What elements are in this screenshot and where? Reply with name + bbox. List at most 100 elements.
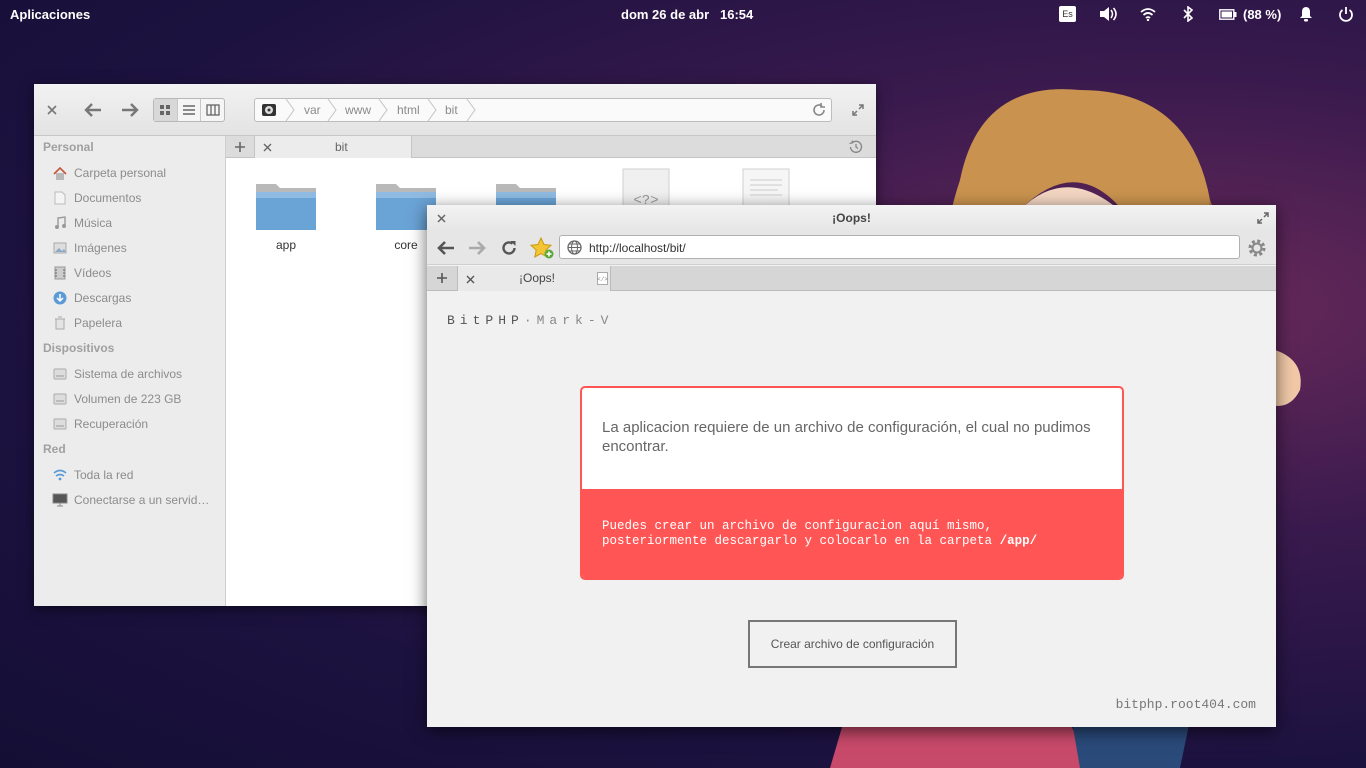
sidebar-item-label: Volumen de 223 GB xyxy=(74,392,182,406)
root-drive-icon[interactable] xyxy=(260,101,278,119)
drive-icon xyxy=(52,416,68,432)
url-bar[interactable]: http://localhost/bit/ xyxy=(559,235,1240,259)
sidebar-item-label: Recuperación xyxy=(74,417,149,431)
new-tab-icon[interactable] xyxy=(435,271,449,285)
columns-icon xyxy=(206,104,220,116)
close-tab-icon[interactable] xyxy=(464,273,476,285)
bookmark-star-icon[interactable] xyxy=(529,236,555,260)
monitor-icon xyxy=(52,492,68,508)
battery-indicator[interactable]: (88 %) xyxy=(1219,5,1281,23)
sidebar-item-label: Carpeta personal xyxy=(74,166,167,180)
path-crumb[interactable]: www xyxy=(345,103,371,117)
sidebar-item-images[interactable]: Imágenes xyxy=(52,239,222,257)
tab-oops[interactable]: ¡Oops! </> xyxy=(457,266,611,291)
home-icon xyxy=(52,165,68,181)
hint-path: /app/ xyxy=(999,534,1038,548)
close-icon[interactable] xyxy=(44,102,60,118)
brand-separator: · xyxy=(523,313,537,328)
hint-line: posteriormente descargarlo y colocarlo e… xyxy=(602,534,993,548)
sidebar-item-downloads[interactable]: Descargas xyxy=(52,289,222,307)
keyboard-indicator[interactable]: Es xyxy=(1059,5,1076,23)
sidebar-item-label: Conectarse a un servid… xyxy=(74,493,210,507)
forward-arrow-icon[interactable] xyxy=(467,238,487,258)
sidebar-item-home[interactable]: Carpeta personal xyxy=(52,164,222,182)
volume-icon[interactable] xyxy=(1098,5,1118,23)
gear-icon[interactable] xyxy=(1245,236,1269,260)
forward-arrow-icon[interactable] xyxy=(120,100,140,120)
browser-window: ¡Oops! http://localhost/bit/ ¡Oops! </> … xyxy=(427,205,1276,727)
sidebar-item-documents[interactable]: Documentos xyxy=(52,189,222,207)
maximize-icon[interactable] xyxy=(1256,211,1270,225)
create-config-button[interactable]: Crear archivo de configuración xyxy=(748,620,957,668)
sidebar-item-label: Sistema de archivos xyxy=(74,367,183,381)
view-switcher xyxy=(153,98,225,122)
footer-link[interactable]: bitphp.root404.com xyxy=(1116,697,1256,712)
site-brand: BitPHP·Mark-V xyxy=(447,313,613,328)
path-separator xyxy=(327,99,337,121)
sidebar-item-network[interactable]: Toda la red xyxy=(52,466,222,484)
bluetooth-icon[interactable] xyxy=(1183,5,1193,23)
time-label: 16:54 xyxy=(719,7,754,22)
tab-bit[interactable]: bit xyxy=(254,136,412,158)
brand-sub: Mark-V xyxy=(536,313,614,328)
video-icon xyxy=(52,265,68,281)
battery-icon xyxy=(1219,8,1237,20)
tab-label: bit xyxy=(335,140,348,154)
path-separator xyxy=(285,99,295,121)
url-text: http://localhost/bit/ xyxy=(589,241,686,255)
wifi-icon[interactable] xyxy=(1140,5,1156,23)
error-hint: Puedes crear un archivo de configuracion… xyxy=(582,489,1122,578)
history-icon[interactable] xyxy=(848,139,864,155)
sidebar-item-label: Descargas xyxy=(74,291,132,305)
sidebar-item-label: Vídeos xyxy=(74,266,112,280)
file-name: app xyxy=(275,238,297,252)
sidebar-item-filesystem[interactable]: Sistema de archivos xyxy=(52,365,222,383)
new-tab-icon[interactable] xyxy=(232,139,248,155)
keyboard-layout-label: Es xyxy=(1059,6,1076,22)
reload-icon[interactable] xyxy=(499,238,519,258)
sidebar-item-volume[interactable]: Volumen de 223 GB xyxy=(52,390,222,408)
power-icon[interactable] xyxy=(1338,5,1354,23)
browser-tab-bar: ¡Oops! </> xyxy=(427,266,1276,291)
path-bar[interactable]: var www html bit xyxy=(254,98,832,122)
back-arrow-icon[interactable] xyxy=(436,238,456,258)
applications-menu[interactable]: Aplicaciones xyxy=(10,7,90,22)
list-view-button[interactable] xyxy=(178,99,202,121)
music-icon xyxy=(52,215,68,231)
sidebar-item-recovery[interactable]: Recuperación xyxy=(52,415,222,433)
column-view-button[interactable] xyxy=(201,99,224,121)
date-label: dom 26 de abr xyxy=(621,7,710,22)
folder-icon xyxy=(256,184,316,230)
folder-item[interactable]: app xyxy=(246,178,326,252)
tab-label: ¡Oops! xyxy=(519,271,556,285)
error-card: La aplicacion requiere de un archivo de … xyxy=(580,386,1124,580)
sidebar-section-personal: Personal xyxy=(43,140,94,154)
sidebar-section-devices: Dispositivos xyxy=(43,341,115,355)
sidebar-item-label: Imágenes xyxy=(74,241,127,255)
sidebar-section-network: Red xyxy=(43,442,66,456)
icon-view-button[interactable] xyxy=(154,99,178,121)
clock[interactable]: dom 26 de abr 16:54 xyxy=(621,7,753,22)
path-crumb[interactable]: bit xyxy=(445,103,458,117)
path-crumb[interactable]: html xyxy=(397,103,420,117)
window-title: ¡Oops! xyxy=(832,211,871,225)
reload-icon[interactable] xyxy=(811,102,827,118)
sidebar-item-label: Música xyxy=(74,216,113,230)
sidebar-item-label: Papelera xyxy=(74,316,123,330)
back-arrow-icon[interactable] xyxy=(83,100,103,120)
sidebar-item-music[interactable]: Música xyxy=(52,214,222,232)
close-icon[interactable] xyxy=(435,212,447,224)
brand-main: BitPHP xyxy=(447,313,524,328)
hint-line: Puedes crear un archivo de configuracion… xyxy=(602,519,993,533)
browser-toolbar: http://localhost/bit/ xyxy=(427,231,1276,265)
document-icon xyxy=(52,190,68,206)
maximize-icon[interactable] xyxy=(850,102,866,118)
network-icon xyxy=(52,467,68,483)
page-favicon-icon: </> xyxy=(596,271,608,285)
sidebar-item-videos[interactable]: Vídeos xyxy=(52,264,222,282)
path-crumb[interactable]: var xyxy=(304,103,321,117)
close-tab-icon[interactable] xyxy=(261,141,273,153)
sidebar-item-connect-server[interactable]: Conectarse a un servid… xyxy=(52,491,222,509)
sidebar-item-trash[interactable]: Papelera xyxy=(52,314,222,332)
notifications-icon[interactable] xyxy=(1299,5,1313,23)
